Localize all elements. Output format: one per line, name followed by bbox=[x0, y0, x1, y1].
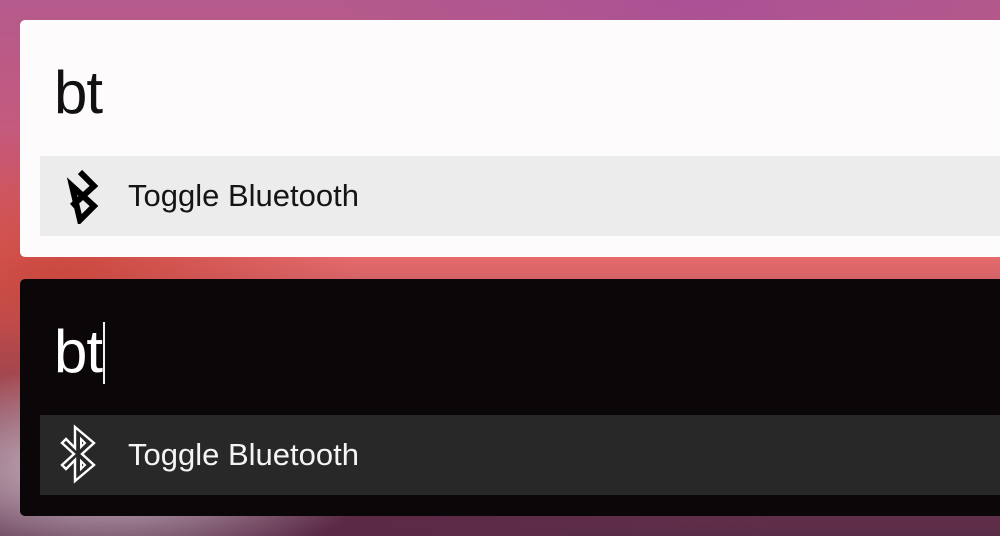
search-query-text: bt bbox=[54, 318, 103, 385]
bluetooth-outline-icon bbox=[60, 424, 100, 484]
text-caret bbox=[103, 322, 106, 384]
search-query-input[interactable]: bt bbox=[54, 317, 106, 387]
light-launcher-panel: bt Toggle Bluetooth bbox=[20, 20, 1000, 257]
bluetooth-icon bbox=[60, 168, 100, 224]
search-query-text: bt bbox=[54, 59, 103, 126]
dark-launcher-panel: bt Toggle Bluetooth bbox=[20, 279, 1000, 516]
result-item-toggle-bluetooth[interactable]: Toggle Bluetooth bbox=[40, 156, 1000, 236]
search-query-input[interactable]: bt bbox=[54, 58, 103, 128]
result-label: Toggle Bluetooth bbox=[128, 178, 359, 213]
result-item-toggle-bluetooth[interactable]: Toggle Bluetooth bbox=[40, 415, 1000, 495]
result-label: Toggle Bluetooth bbox=[128, 437, 359, 472]
